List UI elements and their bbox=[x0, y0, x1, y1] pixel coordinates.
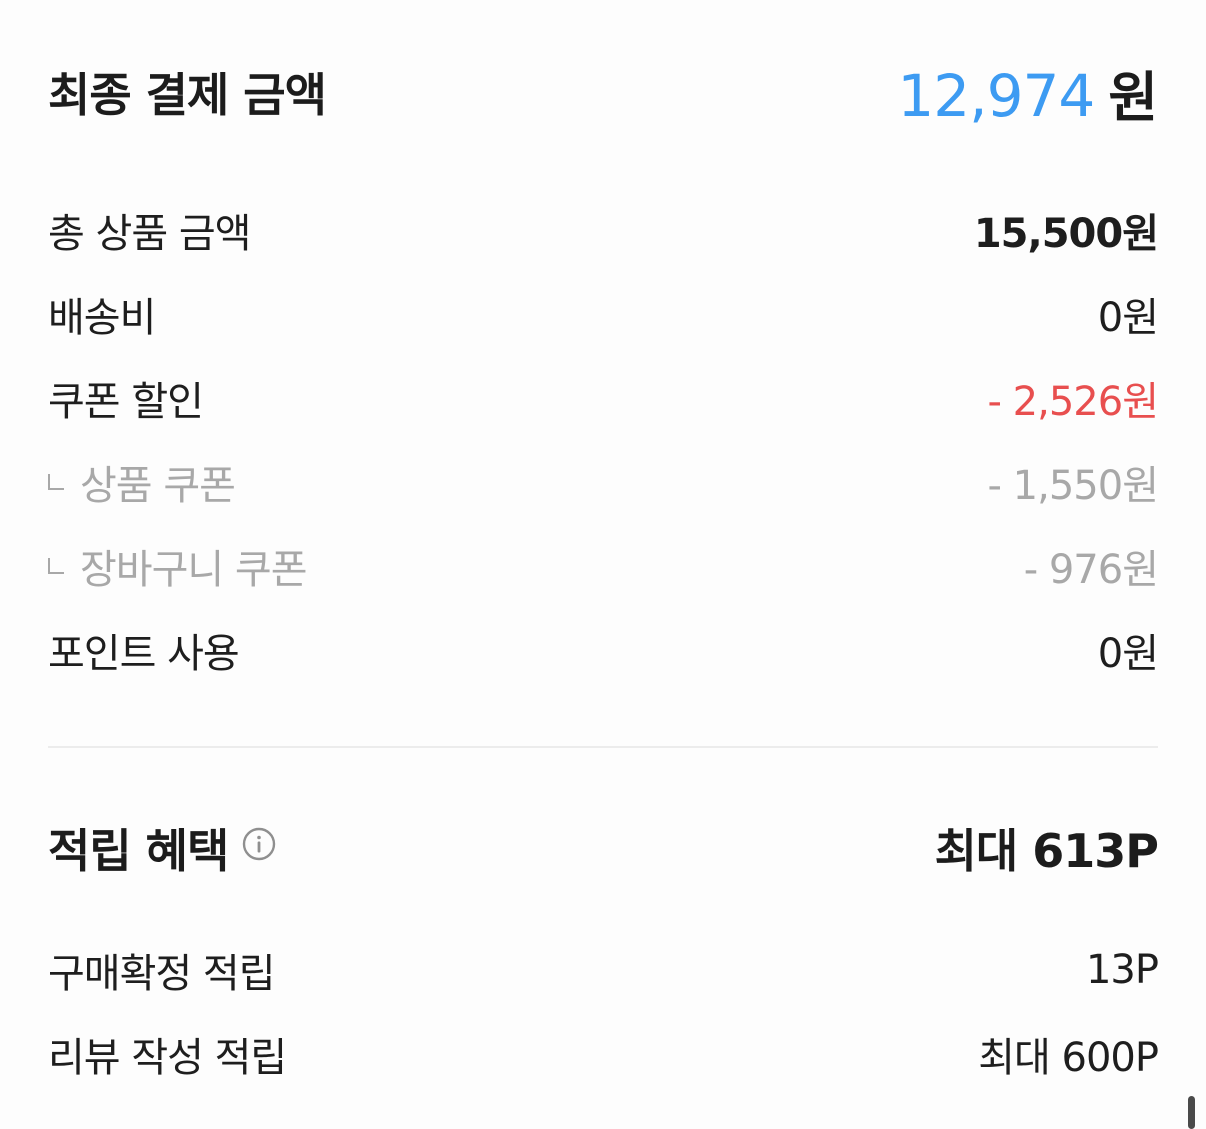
rewards-max-value: 최대 613P bbox=[934, 824, 1159, 878]
rewards-title: 적립 혜택 bbox=[48, 824, 229, 878]
rewards-header-row: 적립 혜택 최대 613P bbox=[48, 808, 1159, 888]
final-payment-amount: 12,974 원 bbox=[897, 53, 1158, 132]
review-reward-label: 리뷰 작성 적립 bbox=[48, 1035, 287, 1081]
total-product-amount-value: 15,500원 bbox=[973, 211, 1159, 257]
purchase-confirm-reward-label: 구매확정 적립 bbox=[48, 951, 276, 997]
final-payment-unit: 원 bbox=[1108, 65, 1158, 129]
shipping-fee-value: 0원 bbox=[1097, 295, 1159, 341]
coupon-discount-row: 쿠폰 할인 - 2,526원 bbox=[48, 368, 1159, 428]
shipping-fee-label: 배송비 bbox=[48, 295, 156, 341]
review-reward-row: 리뷰 작성 적립 최대 600P bbox=[48, 1024, 1159, 1084]
coupon-discount-value: - 2,526원 bbox=[987, 379, 1159, 425]
total-product-amount-row: 총 상품 금액 15,500원 bbox=[48, 200, 1159, 260]
point-usage-label: 포인트 사용 bbox=[48, 631, 240, 677]
section-divider bbox=[48, 746, 1158, 748]
final-payment-row: 최종 결제 금액 12,974 원 bbox=[48, 52, 1158, 132]
coupon-discount-label: 쿠폰 할인 bbox=[48, 379, 204, 425]
point-usage-value: 0원 bbox=[1097, 631, 1159, 677]
shipping-fee-row: 배송비 0원 bbox=[48, 284, 1159, 344]
total-product-amount-label: 총 상품 금액 bbox=[48, 211, 251, 257]
info-circle-icon[interactable] bbox=[242, 827, 276, 861]
cart-coupon-label: 장바구니 쿠폰 bbox=[80, 547, 308, 593]
final-payment-label: 최종 결제 금액 bbox=[48, 68, 327, 122]
final-payment-number: 12,974 bbox=[897, 61, 1095, 130]
cart-coupon-label-wrap: 장바구니 쿠폰 bbox=[48, 537, 308, 595]
purchase-confirm-reward-value: 13P bbox=[1085, 947, 1159, 993]
product-coupon-row: 상품 쿠폰 - 1,550원 bbox=[48, 452, 1159, 512]
corner-bracket-icon bbox=[48, 474, 64, 490]
review-reward-value: 최대 600P bbox=[978, 1035, 1159, 1081]
scrollbar-thumb[interactable] bbox=[1188, 1096, 1195, 1129]
cart-coupon-row: 장바구니 쿠폰 - 976원 bbox=[48, 536, 1159, 596]
point-usage-row: 포인트 사용 0원 bbox=[48, 620, 1159, 680]
product-coupon-label: 상품 쿠폰 bbox=[80, 463, 236, 509]
rewards-title-wrap: 적립 혜택 bbox=[48, 815, 276, 881]
product-coupon-label-wrap: 상품 쿠폰 bbox=[48, 453, 236, 511]
purchase-confirm-reward-row: 구매확정 적립 13P bbox=[48, 940, 1159, 1000]
cart-coupon-value: - 976원 bbox=[1023, 547, 1159, 593]
product-coupon-value: - 1,550원 bbox=[987, 463, 1159, 509]
corner-bracket-icon bbox=[48, 558, 64, 574]
